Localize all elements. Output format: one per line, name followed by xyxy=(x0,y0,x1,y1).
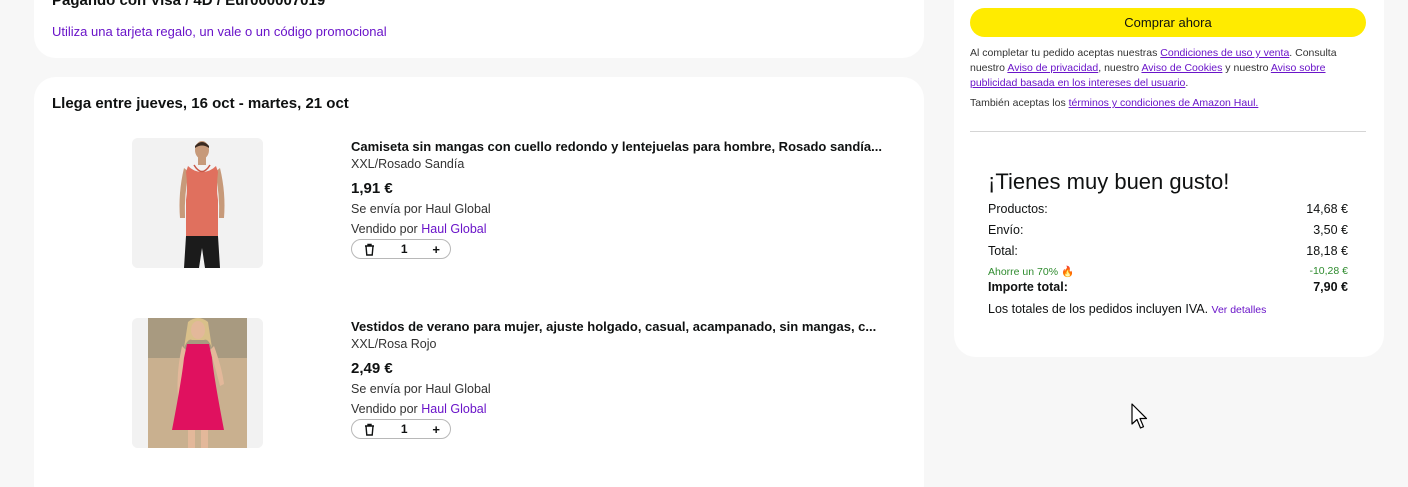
seller-link[interactable]: Haul Global xyxy=(421,222,486,236)
shipping-value: 3,50 € xyxy=(1313,223,1348,237)
delivery-card: Llega entre jueves, 16 oct - martes, 21 … xyxy=(34,77,924,487)
grand-total-label: Importe total: xyxy=(988,280,1068,294)
trash-icon[interactable] xyxy=(362,422,376,436)
product-variant: XXL/Rosa Rojo xyxy=(351,337,437,351)
total-label: Total: xyxy=(988,244,1018,258)
seller-info: Vendido por Haul Global xyxy=(351,401,896,418)
seller-info: Vendido por Haul Global xyxy=(351,221,896,238)
summary-row-grand-total: Importe total: 7,90 € xyxy=(988,280,1348,294)
view-details-link[interactable]: Ver detalles xyxy=(1212,304,1267,316)
shipping-info: Se envía por Haul Global xyxy=(351,202,491,216)
total-value: 18,18 € xyxy=(1306,244,1348,258)
fire-icon: 🔥 xyxy=(1060,266,1075,278)
shipping-label: Envío: xyxy=(988,223,1024,237)
cart-item: Camiseta sin mangas con cuello redondo y… xyxy=(34,138,924,270)
quantity-stepper: 1 + xyxy=(351,419,451,439)
summary-row-total: Total: 18,18 € xyxy=(988,244,1348,258)
product-title[interactable]: Vestidos de verano para mujer, ajuste ho… xyxy=(351,318,891,335)
grand-total-value: 7,90 € xyxy=(1313,280,1348,294)
legal-text-part: Al completar tu pedido aceptas nuestras xyxy=(970,47,1161,59)
privacy-link[interactable]: Aviso de privacidad xyxy=(1007,62,1098,74)
summary-row-products: Productos: 14,68 € xyxy=(988,202,1348,216)
product-variant: XXL/Rosado Sandía xyxy=(351,157,465,171)
vat-note-text: Los totales de los pedidos incluyen IVA. xyxy=(988,302,1209,316)
shipping-info: Se envía por Haul Global xyxy=(351,382,491,396)
seller-link[interactable]: Haul Global xyxy=(421,402,486,416)
vat-note: Los totales de los pedidos incluyen IVA.… xyxy=(988,302,1266,316)
legal-text-part: y nuestro xyxy=(1222,62,1271,74)
cookies-link[interactable]: Aviso de Cookies xyxy=(1141,62,1222,74)
increase-quantity-button[interactable]: + xyxy=(432,422,440,437)
seller-prefix: Vendido por xyxy=(351,402,418,416)
increase-quantity-button[interactable]: + xyxy=(432,242,440,257)
mouse-pointer-icon xyxy=(1131,403,1148,429)
payment-method-title: Pagando con Visa / 4D / Eur000007019 xyxy=(52,0,326,9)
savings-label: Ahorre un 70% xyxy=(988,266,1059,278)
gift-card-link[interactable]: Utiliza una tarjeta regalo, un vale o un… xyxy=(52,24,387,39)
terms-link[interactable]: Condiciones de uso y venta xyxy=(1160,47,1289,59)
haul-terms-link[interactable]: términos y condiciones de Amazon Haul. xyxy=(1069,97,1259,109)
summary-row-shipping: Envío: 3,50 € xyxy=(988,223,1348,237)
cart-item: Vestidos de verano para mujer, ajuste ho… xyxy=(34,318,924,450)
payment-card: Pagando con Visa / 4D / Eur000007019 Uti… xyxy=(34,0,924,58)
product-price: 2,49 € xyxy=(351,360,393,377)
legal-text-part: , nuestro xyxy=(1098,62,1142,74)
quantity-value: 1 xyxy=(400,422,408,436)
quantity-stepper: 1 + xyxy=(351,239,451,259)
products-label: Productos: xyxy=(988,202,1048,216)
legal-text: Al completar tu pedido aceptas nuestras … xyxy=(970,46,1360,91)
product-price: 1,91 € xyxy=(351,180,393,197)
product-image-tank-top[interactable] xyxy=(132,138,263,268)
summary-row-savings: Ahorre un 70% 🔥 -10,28 € xyxy=(988,265,1348,278)
savings-value: -10,28 € xyxy=(1309,265,1348,277)
buy-now-button[interactable]: Comprar ahora xyxy=(970,8,1366,37)
order-summary-card: Comprar ahora Al completar tu pedido ace… xyxy=(954,0,1384,357)
legal-text-part: También aceptas los xyxy=(970,97,1069,109)
haul-terms-text: También aceptas los términos y condicion… xyxy=(970,96,1360,111)
divider xyxy=(970,131,1366,132)
trash-icon[interactable] xyxy=(362,242,376,256)
products-value: 14,68 € xyxy=(1306,202,1348,216)
savings-label-wrap: Ahorre un 70% 🔥 xyxy=(988,265,1074,278)
delivery-date-title: Llega entre jueves, 16 oct - martes, 21 … xyxy=(52,95,349,112)
summary-title: ¡Tienes muy buen gusto! xyxy=(988,169,1230,194)
seller-prefix: Vendido por xyxy=(351,222,418,236)
product-image-dress[interactable] xyxy=(132,318,263,448)
legal-text-part: . xyxy=(1185,77,1189,89)
product-title[interactable]: Camiseta sin mangas con cuello redondo y… xyxy=(351,138,891,155)
quantity-value: 1 xyxy=(400,242,408,256)
